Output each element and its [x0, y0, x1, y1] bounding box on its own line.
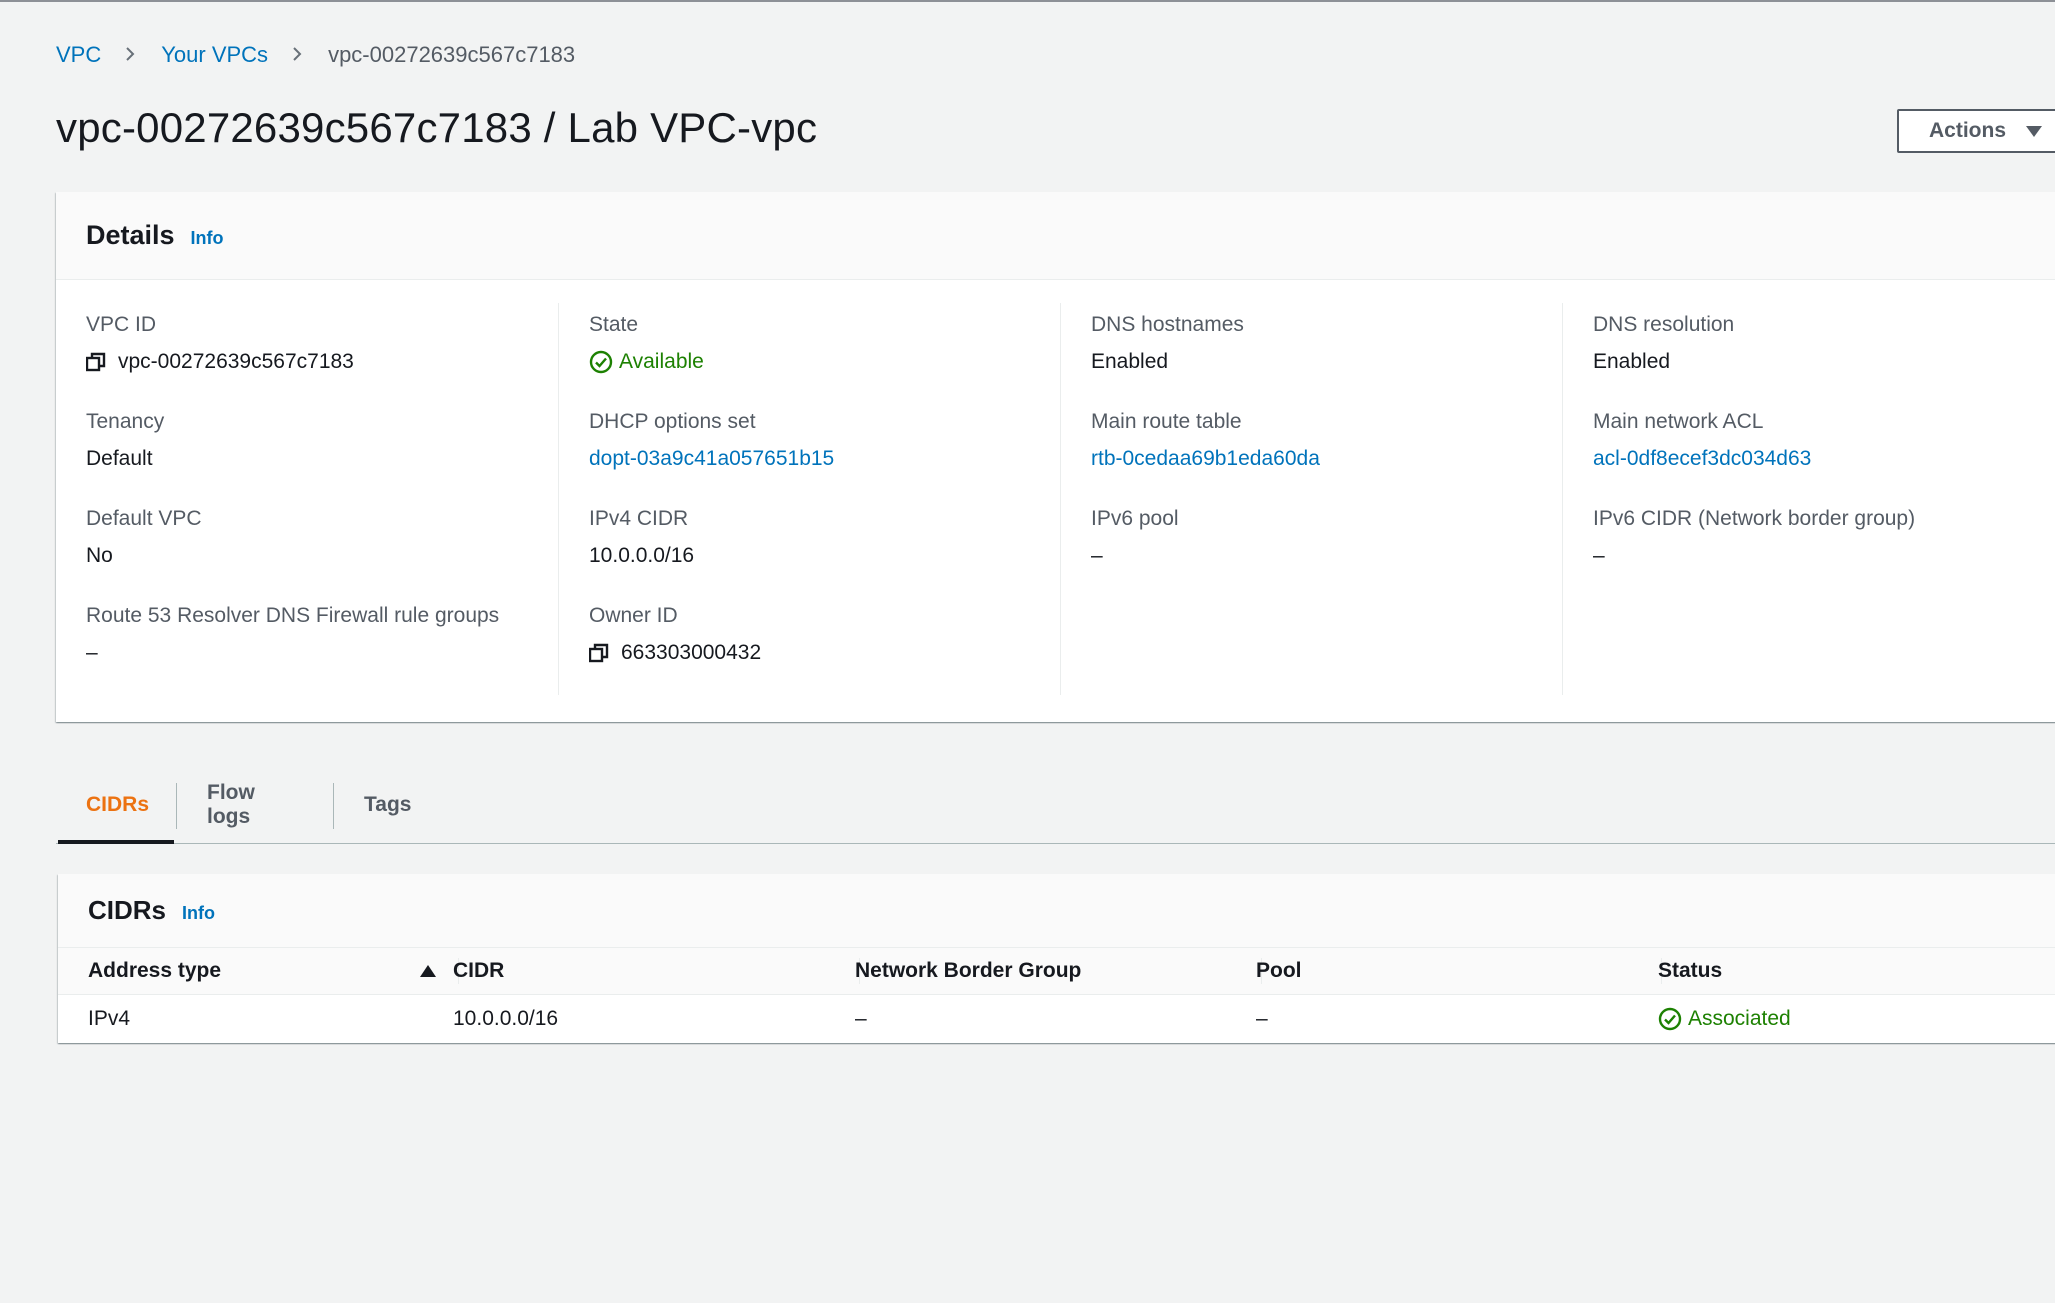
details-column-2: State Available DHCP options set dopt-03…	[558, 303, 1061, 695]
field-dns-hostnames: DNS hostnames Enabled	[1091, 313, 1244, 374]
owner-id-value: 663303000432	[621, 641, 762, 664]
field-resolver-rule-groups: Route 53 Resolver DNS Firewall rule grou…	[86, 604, 499, 665]
field-label: Route 53 Resolver DNS Firewall rule grou…	[86, 604, 500, 627]
check-circle-icon	[1658, 1007, 1682, 1031]
field-value: 10.0.0.0/16	[589, 544, 695, 567]
field-value: No	[86, 544, 113, 567]
main-route-table-link[interactable]: rtb-0cedaa69b1eda60da	[1091, 447, 1320, 471]
cidrs-header: CIDRs Info	[58, 874, 2055, 947]
tab-flow-logs[interactable]: Flow logs	[177, 768, 333, 842]
field-value: –	[1091, 544, 1103, 567]
table-row: IPv4 10.0.0.0/16 – – Associated	[58, 995, 2055, 1043]
field-value: 663303000432	[589, 641, 761, 665]
cell-cidr: 10.0.0.0/16	[453, 1007, 559, 1030]
field-value: Enabled	[1091, 350, 1169, 373]
field-ipv6-pool: IPv6 pool –	[1091, 507, 1179, 568]
column-header-cidr[interactable]: CIDR	[423, 948, 823, 994]
field-state: State Available	[589, 313, 704, 374]
cidrs-info-link[interactable]: Info	[182, 903, 215, 924]
column-header-pool[interactable]: Pool	[1226, 948, 1626, 994]
breadcrumb: VPC Your VPCs vpc-00272639c567c7183	[56, 42, 575, 68]
field-label: IPv6 CIDR (Network border group)	[1593, 507, 1916, 530]
field-ipv4-cidr: IPv4 CIDR 10.0.0.0/16	[589, 507, 694, 568]
page-title: vpc-00272639c567c7183 / Lab VPC-vpc	[56, 104, 818, 151]
field-label: Tenancy	[86, 410, 165, 433]
details-panel: Details Info VPC ID vpc-00272639c567c718…	[56, 192, 2055, 722]
field-label: Main route table	[1091, 410, 1242, 433]
field-value: Available	[589, 350, 704, 374]
details-column-4: DNS resolution Enabled Main network ACL …	[1562, 303, 2055, 695]
cell-pool: –	[1256, 1007, 1268, 1030]
field-main-route-table: Main route table rtb-0cedaa69b1eda60da	[1091, 410, 1320, 471]
field-dhcp-options: DHCP options set dopt-03a9c41a057651b15	[589, 410, 834, 471]
table-header: Address type CIDR Network Border Group P…	[58, 947, 2055, 995]
cell-status: Associated	[1628, 995, 1791, 1043]
details-column-3: DNS hostnames Enabled Main route table r…	[1060, 303, 1563, 695]
vpc-id-value: vpc-00272639c567c7183	[118, 350, 354, 373]
cell-network-border-group: –	[855, 1007, 867, 1030]
field-label: IPv6 pool	[1091, 507, 1179, 530]
field-label: Main network ACL	[1593, 410, 1764, 433]
tab-cidrs[interactable]: CIDRs	[56, 768, 176, 844]
field-label: VPC ID	[86, 313, 157, 336]
details-column-1: VPC ID vpc-00272639c567c7183 Tenancy Def…	[56, 303, 558, 695]
cidrs-heading: CIDRs	[88, 895, 167, 925]
tab-tags[interactable]: Tags	[334, 768, 441, 842]
field-tenancy: Tenancy Default	[86, 410, 164, 471]
field-owner-id: Owner ID 663303000432	[589, 604, 761, 665]
field-dns-resolution: DNS resolution Enabled	[1593, 313, 1734, 374]
column-header-address-type[interactable]: Address type	[58, 948, 458, 994]
details-header: Details Info	[56, 192, 2055, 280]
details-info-link[interactable]: Info	[191, 228, 224, 249]
field-value: –	[86, 641, 98, 664]
field-value: Enabled	[1593, 350, 1671, 373]
breadcrumb-current: vpc-00272639c567c7183	[328, 42, 576, 67]
status-value: Associated	[1688, 1007, 1791, 1030]
actions-dropdown-button[interactable]: Actions	[1897, 109, 2055, 153]
details-columns: VPC ID vpc-00272639c567c7183 Tenancy Def…	[56, 280, 2055, 722]
field-value: vpc-00272639c567c7183	[86, 350, 354, 374]
field-label: DHCP options set	[589, 410, 756, 433]
column-header-network-border-group[interactable]: Network Border Group	[825, 948, 1225, 994]
field-label: DNS hostnames	[1091, 313, 1244, 336]
column-header-status[interactable]: Status	[1628, 948, 2028, 994]
chevron-right-icon	[290, 47, 304, 61]
top-border	[0, 0, 2055, 2]
caret-down-icon	[2026, 125, 2043, 137]
details-heading: Details	[86, 220, 175, 250]
check-circle-icon	[589, 350, 613, 374]
field-label: IPv4 CIDR	[589, 507, 689, 530]
field-label: Default VPC	[86, 507, 202, 530]
field-ipv6-cidr: IPv6 CIDR (Network border group) –	[1593, 507, 1915, 568]
actions-button-label: Actions	[1929, 119, 2007, 142]
chevron-right-icon	[123, 47, 137, 61]
copy-icon[interactable]	[589, 643, 609, 663]
field-value: –	[1593, 544, 1605, 567]
field-label: Owner ID	[589, 604, 678, 627]
field-vpc-id: VPC ID vpc-00272639c567c7183	[86, 313, 354, 374]
field-value: Default	[86, 447, 153, 470]
cell-address-type: IPv4	[88, 1007, 131, 1030]
field-main-network-acl: Main network ACL acl-0df8ecef3dc034d63	[1593, 410, 1811, 471]
dhcp-options-link[interactable]: dopt-03a9c41a057651b15	[589, 447, 834, 471]
breadcrumb-link-your-vpcs[interactable]: Your VPCs	[161, 42, 268, 68]
copy-icon[interactable]	[86, 352, 106, 372]
cidrs-panel: CIDRs Info Address type CIDR Network Bor…	[58, 874, 2055, 1043]
tab-bar: CIDRs Flow logs Tags	[56, 768, 2055, 844]
breadcrumb-link-vpc[interactable]: VPC	[56, 42, 101, 68]
main-network-acl-link[interactable]: acl-0df8ecef3dc034d63	[1593, 447, 1811, 471]
field-label: State	[589, 313, 639, 336]
field-default-vpc: Default VPC No	[86, 507, 202, 568]
state-value: Available	[619, 350, 704, 373]
field-label: DNS resolution	[1593, 313, 1735, 336]
